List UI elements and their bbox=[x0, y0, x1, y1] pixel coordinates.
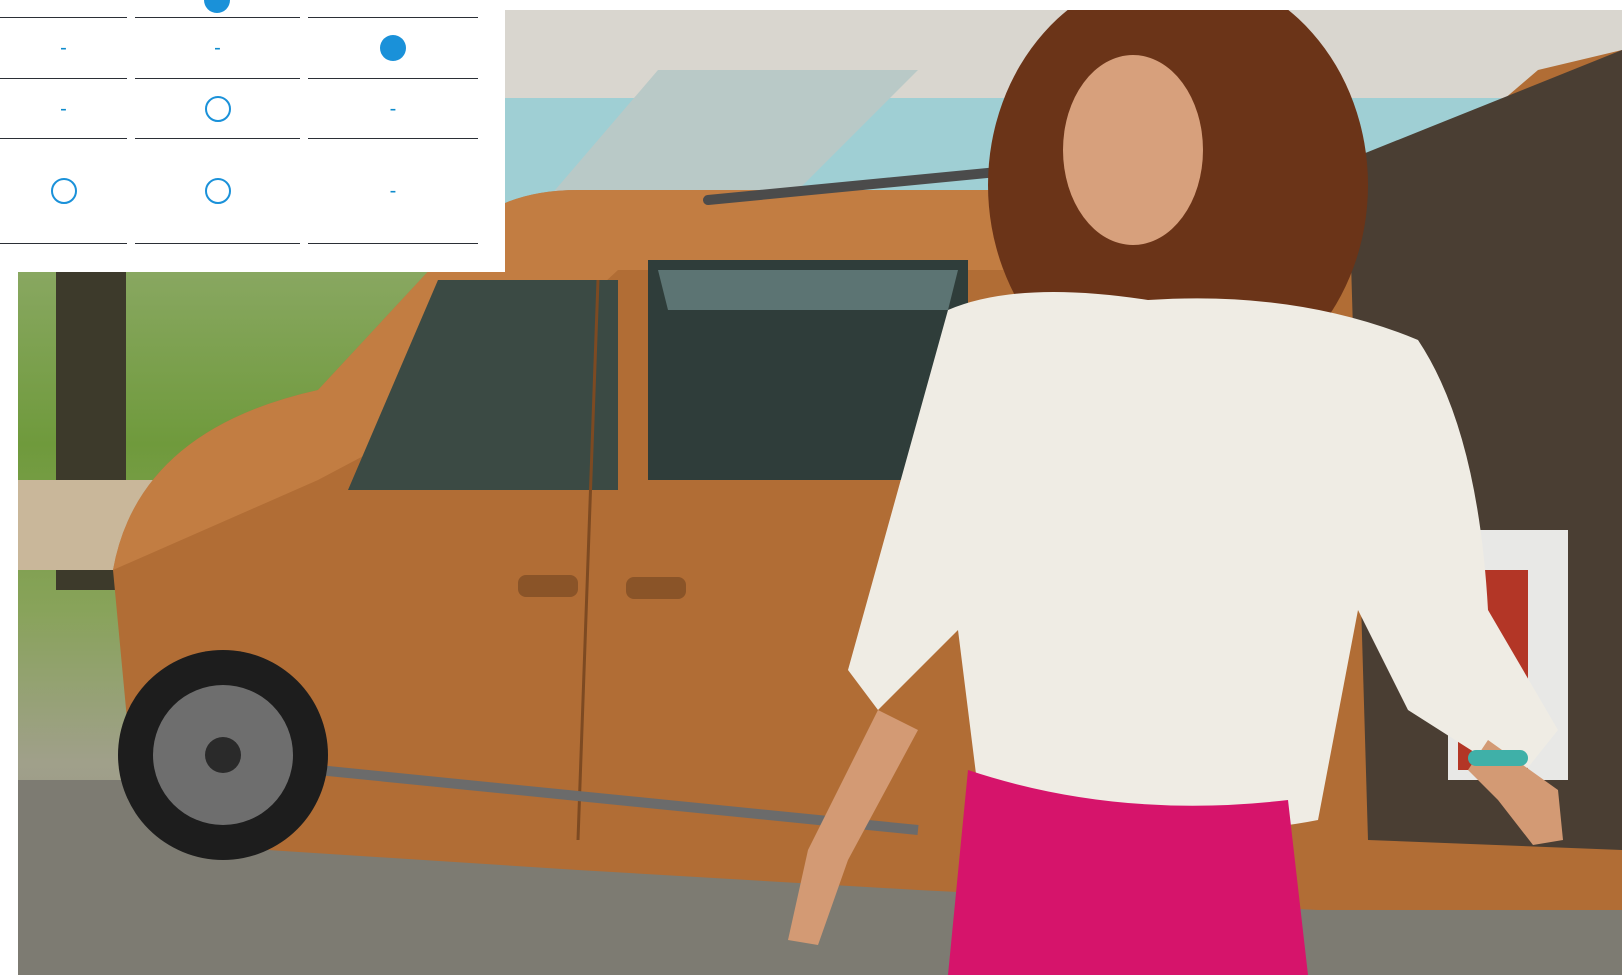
filled-dot-icon bbox=[204, 0, 230, 13]
table-cell: - bbox=[135, 18, 300, 79]
dash-icon: - bbox=[214, 37, 221, 59]
page: - - - - - bbox=[0, 0, 1622, 975]
dash-icon: - bbox=[389, 180, 397, 202]
table-cell bbox=[135, 79, 300, 139]
open-circle-icon bbox=[50, 178, 77, 204]
open-circle-icon bbox=[204, 95, 231, 122]
dash-icon: - bbox=[60, 37, 67, 59]
table-cell: - bbox=[0, 79, 127, 139]
table-cell bbox=[135, 139, 300, 244]
table-row: - bbox=[0, 139, 478, 244]
table-row: - - bbox=[0, 79, 478, 139]
table-cell: - bbox=[0, 18, 127, 79]
table-cell: - bbox=[308, 139, 478, 244]
comparison-table: - - - - - bbox=[0, 0, 505, 272]
dash-icon: - bbox=[60, 97, 67, 120]
dash-icon: - bbox=[389, 97, 397, 120]
table-cell bbox=[0, 139, 127, 244]
table-row: - - bbox=[0, 18, 478, 79]
table-cell bbox=[308, 18, 478, 79]
table-cell bbox=[135, 0, 300, 18]
open-circle-icon bbox=[204, 178, 231, 204]
table-cell bbox=[308, 0, 478, 18]
filled-dot-icon bbox=[380, 35, 406, 61]
table-cell bbox=[0, 0, 127, 18]
table-cell: - bbox=[308, 79, 478, 139]
table-row bbox=[0, 0, 478, 18]
